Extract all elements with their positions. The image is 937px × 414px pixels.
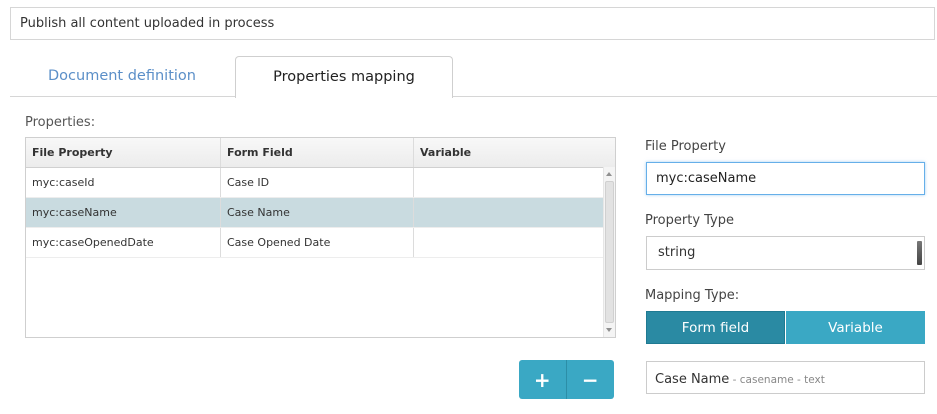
property-type-select[interactable]: string	[646, 236, 925, 270]
mapping-variable-button[interactable]: Variable	[786, 311, 925, 344]
column-header-variable[interactable]: Variable	[413, 138, 603, 167]
cell-variable	[413, 168, 603, 197]
file-property-input[interactable]	[646, 162, 925, 195]
cell-file-property: myc:caseName	[32, 206, 117, 219]
mapping-form-field-button[interactable]: Form field	[646, 311, 785, 344]
property-type-label: Property Type	[645, 213, 735, 228]
form-field-name: Case Name	[655, 372, 730, 387]
column-header-file-property[interactable]: File Property	[26, 138, 220, 167]
grid-scrollbar[interactable]	[603, 167, 615, 337]
remove-property-button[interactable]: −	[565, 360, 614, 399]
cell-form-field: Case Name	[220, 198, 413, 227]
cell-variable	[413, 228, 603, 257]
editor-tabs: Document definition Properties mapping	[10, 56, 937, 98]
process-description-bar[interactable]: Publish all content uploaded in process	[10, 7, 935, 40]
cell-file-property: myc:caseOpenedDate	[32, 236, 154, 249]
add-property-button[interactable]: +	[519, 360, 566, 399]
table-row[interactable]: myc:caseId Case ID	[26, 168, 604, 198]
column-header-form-field[interactable]: Form Field	[220, 138, 413, 167]
scroll-down-arrow-icon[interactable]	[606, 328, 612, 332]
cell-variable	[413, 198, 603, 227]
dropdown-arrow-icon	[917, 241, 922, 265]
tab-document-definition[interactable]: Document definition	[10, 56, 234, 97]
process-description-text: Publish all content uploaded in process	[20, 16, 275, 31]
properties-grid: File Property Form Field Variable myc:ca…	[25, 137, 616, 338]
scroll-up-arrow-icon[interactable]	[606, 172, 612, 176]
properties-label: Properties:	[25, 115, 96, 130]
add-remove-button-group: + −	[519, 360, 614, 399]
tab-properties-mapping[interactable]: Properties mapping	[235, 56, 453, 98]
cell-file-property: myc:caseId	[32, 176, 95, 189]
form-field-select[interactable]: Case Name - casename - text	[646, 361, 925, 394]
cell-form-field: Case Opened Date	[220, 228, 413, 257]
cell-form-field: Case ID	[220, 168, 413, 197]
mapping-type-toggle: Form field Variable	[646, 311, 925, 344]
scroll-thumb[interactable]	[605, 181, 614, 323]
form-field-meta: - casename - text	[729, 374, 825, 386]
table-row-selected[interactable]: myc:caseName Case Name	[26, 198, 604, 228]
table-row[interactable]: myc:caseOpenedDate Case Opened Date	[26, 228, 604, 258]
mapping-type-label: Mapping Type:	[645, 288, 740, 303]
file-property-label: File Property	[645, 139, 726, 154]
property-type-value: string	[658, 245, 696, 260]
grid-header: File Property Form Field Variable	[26, 138, 615, 168]
